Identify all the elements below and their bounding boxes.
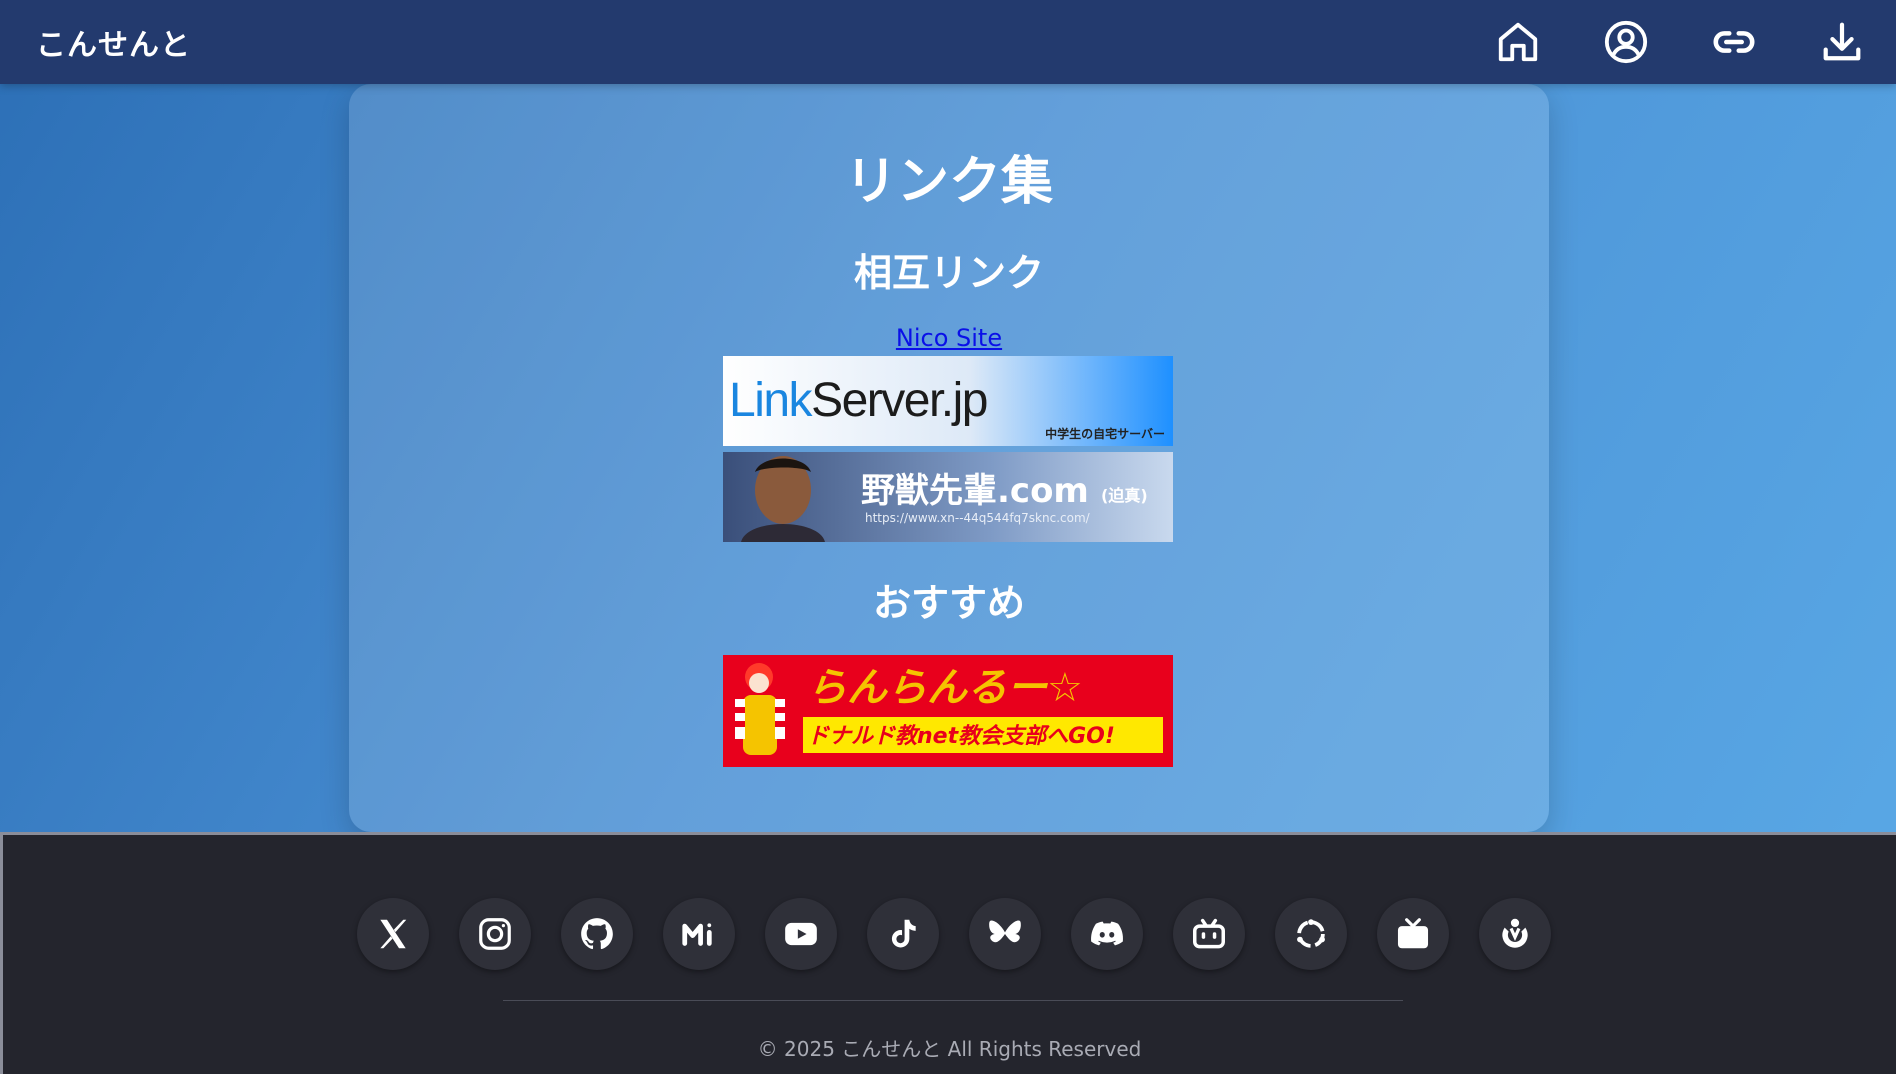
section-title-mutual: 相互リンク: [853, 251, 1044, 295]
discord-icon: [1091, 921, 1123, 946]
links-card: リンク集 相互リンク Nico Site LinkServer.jp 中学生の自…: [349, 84, 1549, 832]
social-x-button[interactable]: [357, 898, 429, 970]
linkserver-banner-image: LinkServer.jp 中学生の自宅サーバー: [723, 356, 1173, 446]
nav-links-button[interactable]: [1680, 0, 1788, 84]
github-icon: [581, 918, 613, 950]
social-tv-button[interactable]: [1377, 898, 1449, 970]
tiktok-icon: [891, 919, 916, 948]
social-bilibili-button[interactable]: [1173, 898, 1245, 970]
youtube-icon: [785, 922, 817, 946]
x-icon: [380, 919, 407, 949]
bilibili-icon: [1193, 918, 1225, 949]
download-icon: [1823, 22, 1861, 61]
link-icon: [1713, 31, 1755, 53]
nav-profile-button[interactable]: [1572, 0, 1680, 84]
linkserver-text-accent: Link: [729, 374, 814, 427]
nav-home-button[interactable]: [1464, 0, 1572, 84]
header-nav: [1464, 0, 1896, 84]
site-header: こんせんと: [0, 0, 1896, 84]
tv-icon: [1397, 918, 1429, 949]
social-bluesky-button[interactable]: [969, 898, 1041, 970]
social-youtube-button[interactable]: [765, 898, 837, 970]
yaju-banner-image: 野獣先輩.com (迫真) https://www.xn--44q544fq7s…: [723, 452, 1173, 542]
linkserver-text-rest: Server.jp: [811, 374, 987, 427]
bluesky-icon: [989, 920, 1021, 943]
yaju-banner[interactable]: 野獣先輩.com (迫真) https://www.xn--44q544fq7s…: [723, 452, 1173, 542]
misskey-icon: [682, 923, 712, 946]
social-misskey-button[interactable]: [663, 898, 735, 970]
yaju-suffix: (迫真): [1101, 486, 1148, 505]
linkserver-subtext: 中学生の自宅サーバー: [1045, 426, 1165, 441]
donald-banner-image: らんらんるー☆ ドナルド教net教会支部へGO!: [723, 655, 1173, 767]
page-title: リンク集: [844, 152, 1053, 212]
donald-banner[interactable]: らんらんるー☆ ドナルド教net教会支部へGO!: [723, 655, 1173, 767]
instagram-icon: [479, 918, 511, 950]
fediverse-icon: [1297, 919, 1325, 948]
social-instagram-button[interactable]: [459, 898, 531, 970]
linkserver-banner[interactable]: LinkServer.jp 中学生の自宅サーバー: [723, 356, 1173, 446]
social-tiktok-button[interactable]: [867, 898, 939, 970]
social-wikimedia-button[interactable]: [1479, 898, 1551, 970]
social-fediverse-button[interactable]: [1275, 898, 1347, 970]
nav-download-button[interactable]: [1788, 0, 1896, 84]
social-discord-button[interactable]: [1071, 898, 1143, 970]
site-footer: © 2025 こんせんと All Rights Reserved: [0, 832, 1896, 1074]
site-brand[interactable]: こんせんと: [36, 20, 191, 64]
yaju-title: 野獣先輩.com: [861, 471, 1089, 511]
copyright-text: © 2025 こんせんと All Rights Reserved: [757, 1037, 1142, 1061]
svg-text:LinkServer.jp: LinkServer.jp: [729, 374, 987, 427]
social-links: [357, 898, 1551, 970]
user-icon: [1604, 20, 1648, 64]
home-icon: [1498, 22, 1538, 62]
nico-site-link[interactable]: Nico Site: [349, 324, 1549, 353]
footer-divider: [503, 1000, 1403, 1001]
wikimedia-icon: [1502, 918, 1528, 948]
social-github-button[interactable]: [561, 898, 633, 970]
donald-headline: らんらんるー☆: [807, 665, 1083, 711]
yaju-url: https://www.xn--44q544fq7sknc.com/: [865, 511, 1091, 525]
section-title-recommended: おすすめ: [872, 581, 1025, 625]
donald-subline: ドナルド教net教会支部へGO!: [807, 723, 1115, 749]
